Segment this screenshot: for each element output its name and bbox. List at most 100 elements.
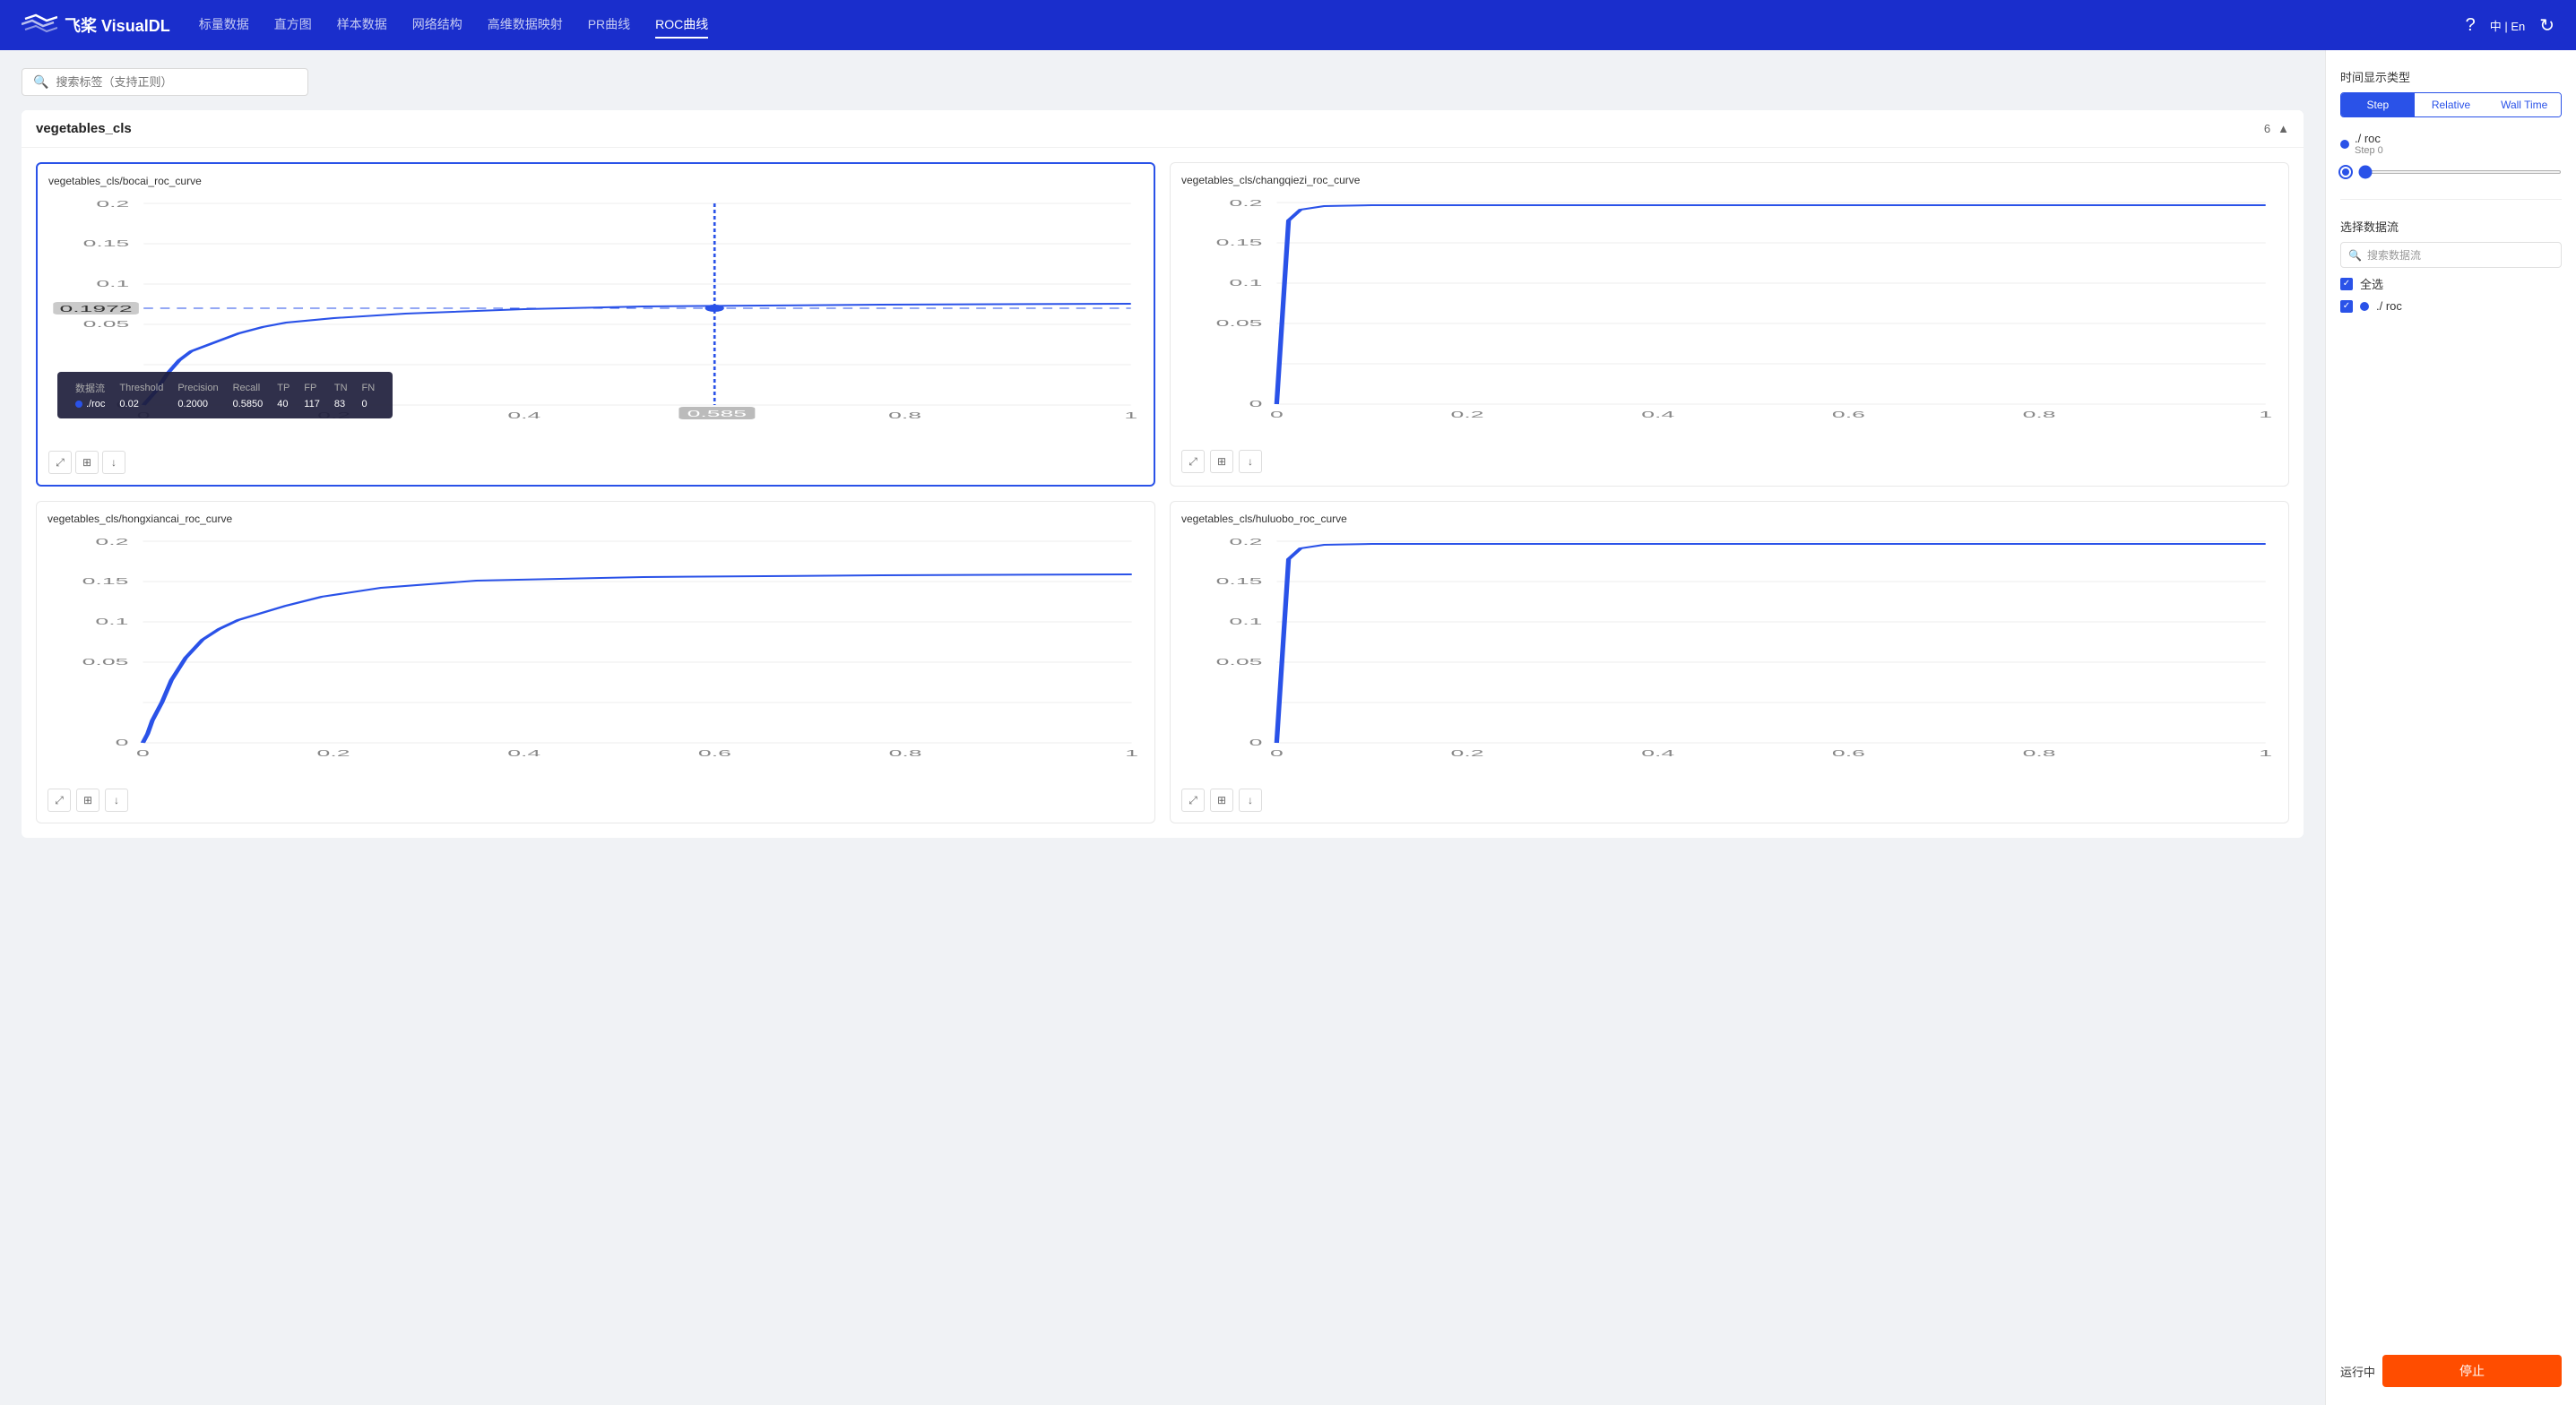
svg-text:0.6: 0.6 xyxy=(1832,410,1865,420)
svg-text:0.05: 0.05 xyxy=(1216,319,1263,329)
roc-dot xyxy=(2360,302,2369,311)
search-icon: 🔍 xyxy=(33,74,48,90)
grid-btn-3[interactable]: ⊞ xyxy=(76,789,99,812)
svg-text:0.2: 0.2 xyxy=(96,200,129,210)
time-type-section: 时间显示类型 Step Relative Wall Time xyxy=(2340,68,2562,117)
select-datasource-label: 选择数据流 xyxy=(2340,218,2562,235)
chart-bocai-tooltip: 数据流 Threshold Precision Recall TP FP TN … xyxy=(57,372,393,418)
content-area: 🔍 vegetables_cls 6 ▲ vegetables_cls/boca… xyxy=(0,50,2325,1405)
svg-text:0.2: 0.2 xyxy=(1451,749,1484,759)
tooltip-header-tp: TP xyxy=(270,379,297,397)
chart-hongxiancai-title: vegetables_cls/hongxiancai_roc_curve xyxy=(48,513,1144,525)
download-btn-2[interactable]: ↓ xyxy=(1239,450,1262,473)
chart-changqiezi-title: vegetables_cls/changqiezi_roc_curve xyxy=(1181,174,2278,186)
chart-bocai[interactable]: vegetables_cls/bocai_roc_curve 0.2 xyxy=(36,162,1155,487)
svg-text:0.1: 0.1 xyxy=(96,280,129,289)
tooltip-header-recall: Recall xyxy=(226,379,271,397)
svg-text:0.15: 0.15 xyxy=(83,239,130,249)
tooltip-header-threshold: Threshold xyxy=(112,379,170,397)
logo-text: 飞桨 VisualDL xyxy=(65,13,170,37)
svg-text:0.6: 0.6 xyxy=(698,749,731,759)
download-btn-4[interactable]: ↓ xyxy=(1239,789,1262,812)
datasource-dot xyxy=(2340,140,2349,149)
time-type-relative[interactable]: Relative xyxy=(2415,93,2488,116)
chart-huluobo-svg: 0.2 0.15 0.1 0.05 0 0 0.2 0.4 0.6 0.8 1 xyxy=(1181,532,2278,765)
datasource-section: ./ roc Step 0 xyxy=(2340,132,2562,181)
datasource-search-placeholder: 搜索数据流 xyxy=(2367,247,2421,263)
download-btn[interactable]: ↓ xyxy=(102,451,125,474)
select-all-label: 全选 xyxy=(2360,275,2383,292)
question-icon[interactable]: ? xyxy=(2466,15,2476,36)
datasource-search[interactable]: 🔍 搜索数据流 xyxy=(2340,242,2562,268)
search-bar[interactable]: 🔍 xyxy=(22,68,308,96)
section-count: 6 ▲ xyxy=(2264,122,2289,135)
chart-changqiezi[interactable]: vegetables_cls/changqiezi_roc_curve 0.2 … xyxy=(1170,162,2289,487)
svg-text:0.15: 0.15 xyxy=(82,577,129,587)
expand-btn-2[interactable]: ⤢ xyxy=(1181,450,1205,473)
select-datasource-section: 选择数据流 🔍 搜索数据流 全选 ./ roc xyxy=(2340,218,2562,313)
tooltip-header-tn: TN xyxy=(327,379,355,397)
expand-btn-4[interactable]: ⤢ xyxy=(1181,789,1205,812)
expand-btn[interactable]: ⤢ xyxy=(48,451,72,474)
lang-switch[interactable]: 中 | En xyxy=(2490,17,2526,34)
svg-text:0.4: 0.4 xyxy=(1641,749,1674,759)
chart-hongxiancai-svg: 0.2 0.15 0.1 0.05 0 0 0.2 0.4 0.6 0.8 1 xyxy=(48,532,1144,765)
nav-roc[interactable]: ROC曲线 xyxy=(655,12,708,39)
search-icon-small: 🔍 xyxy=(2348,249,2362,262)
section-title: vegetables_cls xyxy=(36,121,132,136)
svg-text:0.2: 0.2 xyxy=(1229,538,1262,547)
svg-text:0.2: 0.2 xyxy=(1229,199,1262,209)
svg-text:0: 0 xyxy=(1249,738,1263,748)
time-type-step[interactable]: Step xyxy=(2341,93,2415,116)
svg-text:0.8: 0.8 xyxy=(888,411,921,421)
svg-text:0.8: 0.8 xyxy=(2023,410,2056,420)
nav-pr[interactable]: PR曲线 xyxy=(588,12,630,39)
slider-thumb-indicator xyxy=(2340,167,2351,177)
tooltip-header-datasource: 数据流 xyxy=(68,379,112,397)
svg-text:0.1972: 0.1972 xyxy=(60,305,133,315)
top-navigation: 飞桨 VisualDL 标量数据 直方图 样本数据 网络结构 高维数据映射 PR… xyxy=(0,0,2576,50)
svg-text:0: 0 xyxy=(116,738,129,748)
datasource-name: ./ roc Step 0 xyxy=(2355,132,2383,156)
refresh-icon[interactable]: ↻ xyxy=(2539,14,2554,37)
nav-right: ? 中 | En ↻ xyxy=(2466,14,2554,37)
grid-btn-4[interactable]: ⊞ xyxy=(1210,789,1233,812)
datasource-item-label: ./ roc xyxy=(2376,299,2402,313)
nav-highdim[interactable]: 高维数据映射 xyxy=(488,12,563,39)
collapse-icon[interactable]: ▲ xyxy=(2278,122,2289,135)
chart-changqiezi-controls: ⤢ ⊞ ↓ xyxy=(1181,450,2278,473)
step-slider[interactable] xyxy=(2358,170,2562,174)
tooltip-row-fn: 0 xyxy=(355,397,383,411)
tooltip-header-precision: Precision xyxy=(170,379,225,397)
nav-scalar[interactable]: 标量数据 xyxy=(199,12,249,39)
nav-network[interactable]: 网络结构 xyxy=(412,12,462,39)
download-btn-3[interactable]: ↓ xyxy=(105,789,128,812)
search-input[interactable] xyxy=(56,75,297,89)
svg-text:0.05: 0.05 xyxy=(82,658,129,668)
select-all-checkbox[interactable]: 全选 xyxy=(2340,275,2562,292)
slider-row xyxy=(2340,163,2562,181)
grid-btn[interactable]: ⊞ xyxy=(75,451,99,474)
sidebar: 时间显示类型 Step Relative Wall Time ./ roc St… xyxy=(2325,50,2576,1405)
sidebar-divider xyxy=(2340,199,2562,200)
nav-histogram[interactable]: 直方图 xyxy=(274,12,312,39)
datasource-checkbox-item[interactable]: ./ roc xyxy=(2340,299,2562,313)
svg-text:0.15: 0.15 xyxy=(1216,577,1263,587)
chart-hongxiancai[interactable]: vegetables_cls/hongxiancai_roc_curve 0.2… xyxy=(36,501,1155,823)
nav-sample[interactable]: 样本数据 xyxy=(337,12,387,39)
chart-huluobo[interactable]: vegetables_cls/huluobo_roc_curve 0.2 0.1… xyxy=(1170,501,2289,823)
tooltip-header-fn: FN xyxy=(355,379,383,397)
running-button[interactable]: 运行中 xyxy=(2340,1363,2375,1380)
stop-button[interactable]: 停止 xyxy=(2382,1355,2562,1387)
svg-text:0: 0 xyxy=(136,749,150,759)
chart-bocai-wrapper: 0.2 0.15 0.1 0.05 0 0 0.2 0.4 0.6 0.8 1 xyxy=(48,194,1143,445)
svg-text:0.15: 0.15 xyxy=(1216,238,1263,248)
time-type-walltime[interactable]: Wall Time xyxy=(2487,93,2561,116)
chart-huluobo-title: vegetables_cls/huluobo_roc_curve xyxy=(1181,513,2278,525)
svg-text:0.1: 0.1 xyxy=(1229,617,1262,627)
chart-changqiezi-wrapper: 0.2 0.15 0.1 0.05 0 0 0.2 0.4 0.6 0.8 1 xyxy=(1181,194,2278,444)
expand-btn-3[interactable]: ⤢ xyxy=(48,789,71,812)
time-type-group: Step Relative Wall Time xyxy=(2340,92,2562,117)
svg-text:0.8: 0.8 xyxy=(889,749,922,759)
grid-btn-2[interactable]: ⊞ xyxy=(1210,450,1233,473)
